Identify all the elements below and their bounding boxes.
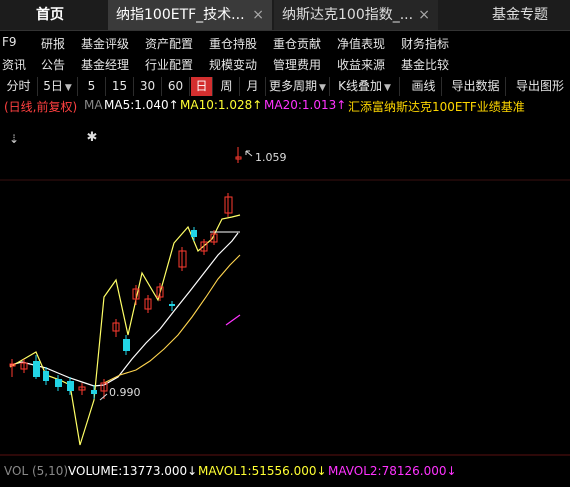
chart-mode-label: (日线,前复权) <box>4 100 78 114</box>
menu-item-management-fee[interactable]: 管理费用 <box>273 56 321 73</box>
ma-label: MA <box>84 98 103 112</box>
menu-item-financial-indicators[interactable]: 财务指标 <box>401 35 449 52</box>
ma-legend: (日线,前复权) MA MA5:1.040↑ MA10:1.028↑ MA20:… <box>0 97 570 114</box>
event-marker-icon: ✱ <box>87 130 98 145</box>
candle-down <box>67 381 74 391</box>
benchmark-label: 汇添富纳斯达克100ETF业绩基准 <box>348 100 525 114</box>
tab-etf-technical[interactable]: 纳指100ETF_技术... × <box>108 0 272 30</box>
menu-item-fund-rating[interactable]: 基金评级 <box>81 35 129 52</box>
volume-value: VOLUME:13773.000↓ <box>68 464 198 478</box>
mavol1-value: MAVOL1:51556.000↓ <box>198 464 327 478</box>
low-price-label: 0.990 <box>109 386 141 399</box>
tab-etf-technical-label: 纳指100ETF_技术... <box>116 7 245 23</box>
period-month-button[interactable]: 月 <box>240 77 266 96</box>
period-day-button[interactable]: 日 <box>191 77 213 96</box>
draw-line-button[interactable]: 画线 <box>406 77 442 96</box>
tab-nasdaq-index-label: 纳斯达克100指数_... <box>282 7 414 23</box>
volume-indicator-label: VOL (5,10) <box>4 464 69 478</box>
kline-overlay-dropdown[interactable]: K线叠加 ▼ <box>330 77 400 96</box>
menu-item-f9[interactable]: F9 <box>2 35 17 49</box>
tab-bar: 首页 纳指100ETF_技术... × 纳斯达克100指数_... × 基金专题 <box>0 0 570 31</box>
menu-item-fund-compare[interactable]: 基金比较 <box>401 56 449 73</box>
kline-chart[interactable]: ⇣ ✱ 1.059 0.990 <box>0 115 570 460</box>
menu-item-holding-contribution[interactable]: 重仓贡献 <box>273 35 321 52</box>
candle-down <box>43 371 49 381</box>
ma20-value: MA20:1.013↑ <box>264 98 347 112</box>
candle-down <box>33 361 40 377</box>
tab-fund-topics[interactable]: 基金专题 <box>470 0 570 30</box>
menu-item-top-holdings[interactable]: 重仓持股 <box>209 35 257 52</box>
kline-overlay-label: K线叠加 <box>338 79 382 93</box>
candles-up <box>9 147 242 399</box>
candle-down <box>191 230 197 237</box>
period-30min-button[interactable]: 30 <box>134 77 162 96</box>
period-15min-button[interactable]: 15 <box>106 77 134 96</box>
ma5-line <box>9 232 239 387</box>
menu-item-news[interactable]: 资讯 <box>2 56 26 73</box>
period-5day-label: 5日 <box>43 79 63 93</box>
period-week-button[interactable]: 周 <box>214 77 240 96</box>
ma10-line <box>9 214 241 446</box>
menu-row-2: 资讯 公告 基金经理 行业配置 规模变动 管理费用 收益来源 基金比较 <box>0 54 570 74</box>
candle-down <box>123 339 130 351</box>
ma10-value: MA10:1.028↑ <box>180 98 263 112</box>
tab-nasdaq-index[interactable]: 纳斯达克100指数_... × <box>274 0 438 30</box>
candle-down <box>55 379 62 387</box>
close-icon[interactable]: × <box>252 0 264 30</box>
menu-item-industry-allocation[interactable]: 行业配置 <box>145 56 193 73</box>
export-data-button[interactable]: 导出数据 <box>446 77 506 96</box>
more-periods-label: 更多周期 <box>269 79 318 93</box>
chevron-down-icon: ▼ <box>64 83 72 93</box>
high-price-label: 1.059 <box>255 151 287 164</box>
menu-item-return-source[interactable]: 收益来源 <box>337 56 385 73</box>
period-toolbar: 分时 5日 ▼ 5 15 30 60 日 周 月 更多周期 ▼ K线叠加 ▼ 画线 导… <box>0 77 570 97</box>
export-chart-button[interactable]: 导出图形 <box>510 77 570 96</box>
ma20-line <box>225 314 241 326</box>
more-periods-dropdown[interactable]: 更多周期 ▼ <box>266 77 330 96</box>
period-5min-button[interactable]: 5 <box>78 77 106 96</box>
period-intraday-button[interactable]: 分时 <box>0 77 38 96</box>
period-60min-button[interactable]: 60 <box>162 77 190 96</box>
tab-home[interactable]: 首页 <box>0 0 100 30</box>
period-5day-dropdown[interactable]: 5日 ▼ <box>38 77 78 96</box>
chevron-down-icon: ▼ <box>383 83 391 93</box>
menu-item-scale-change[interactable]: 规模变动 <box>209 56 257 73</box>
menu-item-research[interactable]: 研报 <box>41 35 65 52</box>
menu-item-asset-allocation[interactable]: 资产配置 <box>145 35 193 52</box>
volume-legend: VOL (5,10) VOLUME:13773.000↓ MAVOL1:5155… <box>0 462 570 480</box>
menu-item-fund-manager[interactable]: 基金经理 <box>81 56 129 73</box>
menu-row-1: F9 研报 基金评级 资产配置 重仓持股 重仓贡献 净值表现 财务指标 <box>0 33 570 53</box>
pin-icon: ⇣ <box>9 132 19 146</box>
chevron-down-icon: ▼ <box>319 83 326 93</box>
ma5-value: MA5:1.040↑ <box>104 98 179 112</box>
close-icon[interactable]: × <box>418 0 430 30</box>
candle-down <box>169 304 175 306</box>
menu-item-nav-performance[interactable]: 净值表现 <box>337 35 385 52</box>
mavol2-value: MAVOL2:78126.000↓ <box>328 464 457 478</box>
candle-down <box>91 390 97 394</box>
menu-item-announcements[interactable]: 公告 <box>41 56 65 73</box>
high-arrow <box>245 150 253 157</box>
